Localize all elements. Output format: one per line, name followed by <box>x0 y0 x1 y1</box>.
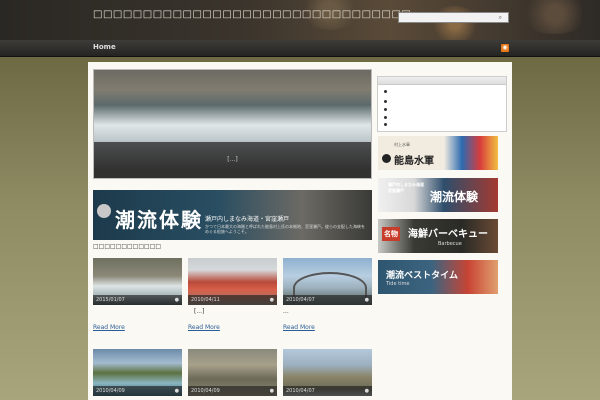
post-date-bar: 2010/04/07 ● <box>283 295 372 305</box>
read-more-link[interactable]: Read More <box>188 324 220 331</box>
banner-logo-icon <box>382 154 391 163</box>
sidebar-banner-suigun[interactable]: 村上水軍 能島水軍 <box>378 136 498 170</box>
section-title: □□□□□□□□□□□□ <box>93 243 162 250</box>
sidebar-banner-title: 能島水軍 <box>394 156 434 167</box>
post-excerpt: [...] <box>194 308 205 315</box>
widget-list-bullet <box>384 108 387 111</box>
comment-icon: ● <box>174 297 179 303</box>
banner-description: かつて日本最大の海賊と呼ばれた能島村上氏の本拠地、宮窪瀬戸。彼らの支配した海峡を… <box>205 224 365 234</box>
post-thumbnail[interactable]: 2010/04/07 ● <box>283 349 372 396</box>
header-wave-decoration <box>520 0 590 34</box>
sidebar-banner-bbq[interactable]: 名物 海鮮バーベキュー Barbecue <box>378 219 498 253</box>
post-date: 2015/01/07 <box>96 297 125 303</box>
sidebar-banner-label: 宮窪瀬戸 <box>388 188 404 193</box>
nav-home-link[interactable]: Home <box>93 43 116 51</box>
featured-slider[interactable]: [...] <box>93 69 372 179</box>
sidebar-banner-tide-experience[interactable]: 瀬戸内しまなみ海道 宮窪瀬戸 潮流体験 <box>378 178 498 212</box>
post-thumbnail[interactable]: 2010/04/11 ● <box>188 258 277 305</box>
post-date: 2010/04/09 <box>96 388 125 394</box>
comment-icon: ● <box>269 297 274 303</box>
post-date-bar: 2010/04/11 ● <box>188 295 277 305</box>
widget-list-bullet <box>384 100 387 103</box>
read-more-link[interactable]: Read More <box>283 324 315 331</box>
sidebar-banner-sub: Tide time <box>386 281 410 287</box>
post-date-bar: 2010/04/07 ● <box>283 386 372 396</box>
sidebar-banner-title: 潮流体験 <box>430 190 479 204</box>
rss-icon[interactable]: ◉ <box>501 44 509 52</box>
sidebar-banner-label: 村上水軍 <box>394 142 410 147</box>
post-date: 2010/04/07 <box>286 297 315 303</box>
main-navigation: Home ◉ <box>0 40 600 57</box>
widget-list-bullet <box>384 116 387 119</box>
widget-header <box>378 77 506 85</box>
read-more-link[interactable]: Read More <box>93 324 125 331</box>
comment-icon: ● <box>174 388 179 394</box>
banner-subtitle: 瀬戸内しまなみ海道・宮窪瀬戸 <box>205 216 290 223</box>
post-date: 2010/04/07 <box>286 388 315 394</box>
sidebar-banner-title: 海鮮バーベキュー <box>408 229 488 240</box>
post-thumbnail[interactable]: 2015/01/07 ● <box>93 258 182 305</box>
sidebar-banner-tide-time[interactable]: 潮流ベストタイム Tide time <box>378 260 498 294</box>
post-date-bar: 2010/04/09 ● <box>188 386 277 396</box>
post-date-bar: 2010/04/09 ● <box>93 386 182 396</box>
site-title[interactable]: □□□□□□□□□□□□□□□□□□□□□□□□□□□□□□□□ <box>93 9 411 20</box>
post-thumbnail[interactable]: 2010/04/09 ● <box>188 349 277 396</box>
site-header: □□□□□□□□□□□□□□□□□□□□□□□□□□□□□□□□ ⌕ <box>0 0 600 42</box>
widget-list-bullet <box>384 123 387 126</box>
widget-list-bullet <box>384 90 387 93</box>
banner-title: 潮流体験 <box>115 208 203 232</box>
post-thumbnail[interactable]: 2010/04/09 ● <box>93 349 182 396</box>
comment-icon: ● <box>364 388 369 394</box>
post-date: 2010/04/09 <box>191 388 220 394</box>
sidebar-widget <box>377 76 507 132</box>
post-thumbnail[interactable]: 2010/04/07 ● <box>283 258 372 305</box>
comment-icon: ● <box>364 297 369 303</box>
search-icon[interactable]: ⌕ <box>499 14 502 22</box>
sidebar-banner-title: 潮流ベストタイム <box>386 271 459 281</box>
comment-icon: ● <box>269 388 274 394</box>
sidebar-banner-label: 名物 <box>382 227 400 241</box>
banner-logo-icon <box>97 204 111 218</box>
sidebar-banner-sub: Barbecue <box>438 241 462 247</box>
tide-experience-banner[interactable]: 潮流体験 瀬戸内しまなみ海道・宮窪瀬戸 かつて日本最大の海賊と呼ばれた能島村上氏… <box>93 190 372 240</box>
post-date: 2010/04/11 <box>191 297 220 303</box>
slider-caption: [...] <box>227 156 238 163</box>
post-excerpt: ... <box>283 308 289 315</box>
post-date-bar: 2015/01/07 ● <box>93 295 182 305</box>
slider-caption-bar: [...] <box>94 142 371 178</box>
search-input[interactable]: ⌕ <box>398 12 509 23</box>
